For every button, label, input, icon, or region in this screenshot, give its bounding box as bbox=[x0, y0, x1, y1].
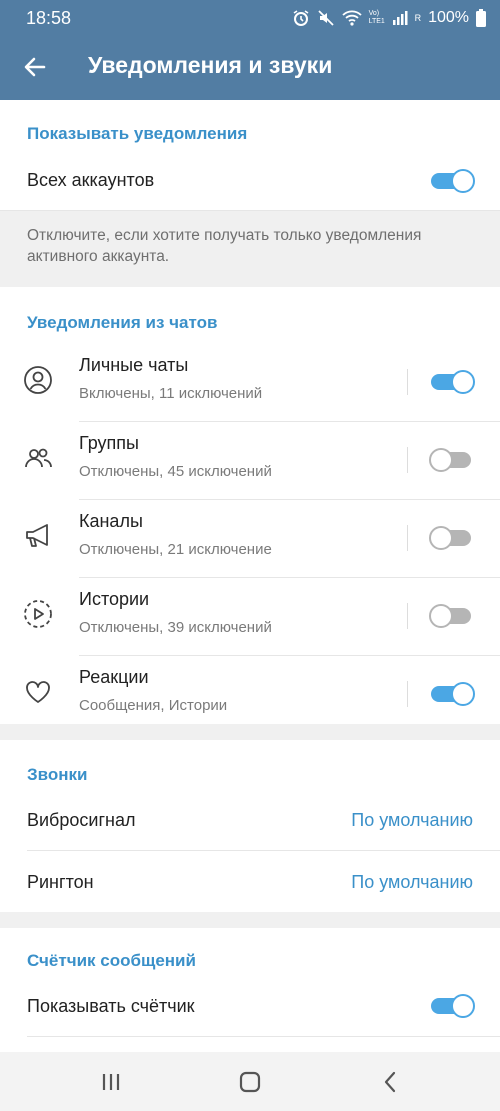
chat-row-reactions[interactable]: Реакции Сообщения, Истории bbox=[0, 655, 500, 733]
group-icon bbox=[23, 443, 53, 473]
lte-label: Vo) LTE1 bbox=[368, 10, 385, 25]
row-separator bbox=[407, 447, 408, 473]
chat-row-title: Каналы bbox=[79, 511, 143, 531]
recents-icon[interactable] bbox=[96, 1068, 126, 1096]
row-separator bbox=[407, 369, 408, 395]
show-notifications-section: Показывать уведомления Всех аккаунтов bbox=[0, 100, 500, 210]
system-nav-bar bbox=[0, 1052, 500, 1111]
vibration-row[interactable]: Вибросигнал По умолчанию bbox=[0, 790, 500, 850]
wifi-icon bbox=[341, 10, 362, 26]
stories-icon bbox=[23, 599, 53, 629]
chat-row-stories[interactable]: Истории Отключены, 39 исключений bbox=[0, 577, 500, 655]
private-chats-toggle[interactable] bbox=[431, 370, 475, 394]
section-gap bbox=[0, 912, 500, 928]
chat-row-private[interactable]: Личные чаты Включены, 11 исключений bbox=[0, 343, 500, 421]
signal-label: R bbox=[414, 13, 422, 23]
all-accounts-row[interactable]: Всех аккаунтов bbox=[0, 154, 500, 210]
section-header-message-counter: Счётчик сообщений bbox=[27, 951, 196, 970]
channels-toggle[interactable] bbox=[429, 526, 473, 550]
section-gap bbox=[0, 724, 500, 740]
chat-notifications-section: Уведомления из чатов Личные чаты Включен… bbox=[0, 287, 500, 724]
chat-row-title: Реакции bbox=[79, 667, 149, 687]
signal-icon bbox=[392, 10, 408, 26]
ringtone-value[interactable]: По умолчанию bbox=[351, 872, 473, 893]
vibration-value[interactable]: По умолчанию bbox=[351, 810, 473, 831]
arrow-left-icon[interactable] bbox=[20, 52, 50, 82]
row-separator bbox=[407, 603, 408, 629]
chat-row-title: Истории bbox=[79, 589, 150, 609]
chat-row-subtitle: Отключены, 45 исключений bbox=[79, 463, 272, 480]
chat-row-subtitle: Отключены, 21 исключение bbox=[79, 541, 272, 558]
battery-text: 100% bbox=[428, 9, 469, 26]
megaphone-icon bbox=[23, 521, 53, 551]
status-bar: 18:58 Vo) LTE1 R 100% bbox=[0, 0, 500, 36]
message-counter-section: Счётчик сообщений Показывать счётчик bbox=[0, 928, 500, 1052]
battery-icon bbox=[476, 9, 486, 27]
status-time: 18:58 bbox=[26, 8, 72, 28]
chat-row-title: Личные чаты bbox=[79, 355, 189, 375]
vibration-label: Вибросигнал bbox=[27, 810, 136, 830]
row-separator bbox=[407, 681, 408, 707]
show-counter-row[interactable]: Показывать счётчик bbox=[0, 978, 500, 1034]
chat-row-subtitle: Отключены, 39 исключений bbox=[79, 619, 272, 636]
chat-row-channels[interactable]: Каналы Отключены, 21 исключение bbox=[0, 499, 500, 577]
all-accounts-info: Отключите, если хотите получать только у… bbox=[27, 227, 422, 265]
show-counter-toggle[interactable] bbox=[431, 994, 475, 1018]
ringtone-row[interactable]: Рингтон По умолчанию bbox=[0, 850, 500, 912]
home-icon[interactable] bbox=[235, 1068, 265, 1096]
divider bbox=[27, 1036, 500, 1037]
app-bar: Уведомления и звуки bbox=[0, 36, 500, 100]
page-title: Уведомления и звуки bbox=[88, 52, 333, 78]
reactions-toggle[interactable] bbox=[431, 682, 475, 706]
show-counter-label: Показывать счётчик bbox=[27, 996, 195, 1016]
alarm-icon bbox=[292, 9, 310, 27]
chat-row-subtitle: Включены, 11 исключений bbox=[79, 385, 263, 402]
chat-row-subtitle: Сообщения, Истории bbox=[79, 697, 228, 714]
section-header-chat-notifications: Уведомления из чатов bbox=[27, 313, 218, 332]
row-separator bbox=[407, 525, 408, 551]
groups-toggle[interactable] bbox=[429, 448, 473, 472]
calls-section: Звонки Вибросигнал По умолчанию Рингтон … bbox=[0, 740, 500, 912]
all-accounts-label: Всех аккаунтов bbox=[27, 170, 155, 190]
back-icon[interactable] bbox=[376, 1068, 406, 1096]
section-header-show-notifications: Показывать уведомления bbox=[27, 124, 248, 143]
user-icon bbox=[23, 365, 53, 395]
status-icons: Vo) LTE1 R 100% bbox=[292, 8, 486, 28]
divider bbox=[0, 210, 500, 211]
mute-icon bbox=[317, 9, 335, 27]
stories-toggle[interactable] bbox=[429, 604, 473, 628]
heart-icon bbox=[23, 677, 53, 707]
all-accounts-toggle[interactable] bbox=[431, 169, 475, 193]
ringtone-label: Рингтон bbox=[27, 872, 94, 892]
chat-row-groups[interactable]: Группы Отключены, 45 исключений bbox=[0, 421, 500, 499]
chat-row-title: Группы bbox=[79, 433, 139, 453]
section-header-calls: Звонки bbox=[27, 765, 88, 784]
